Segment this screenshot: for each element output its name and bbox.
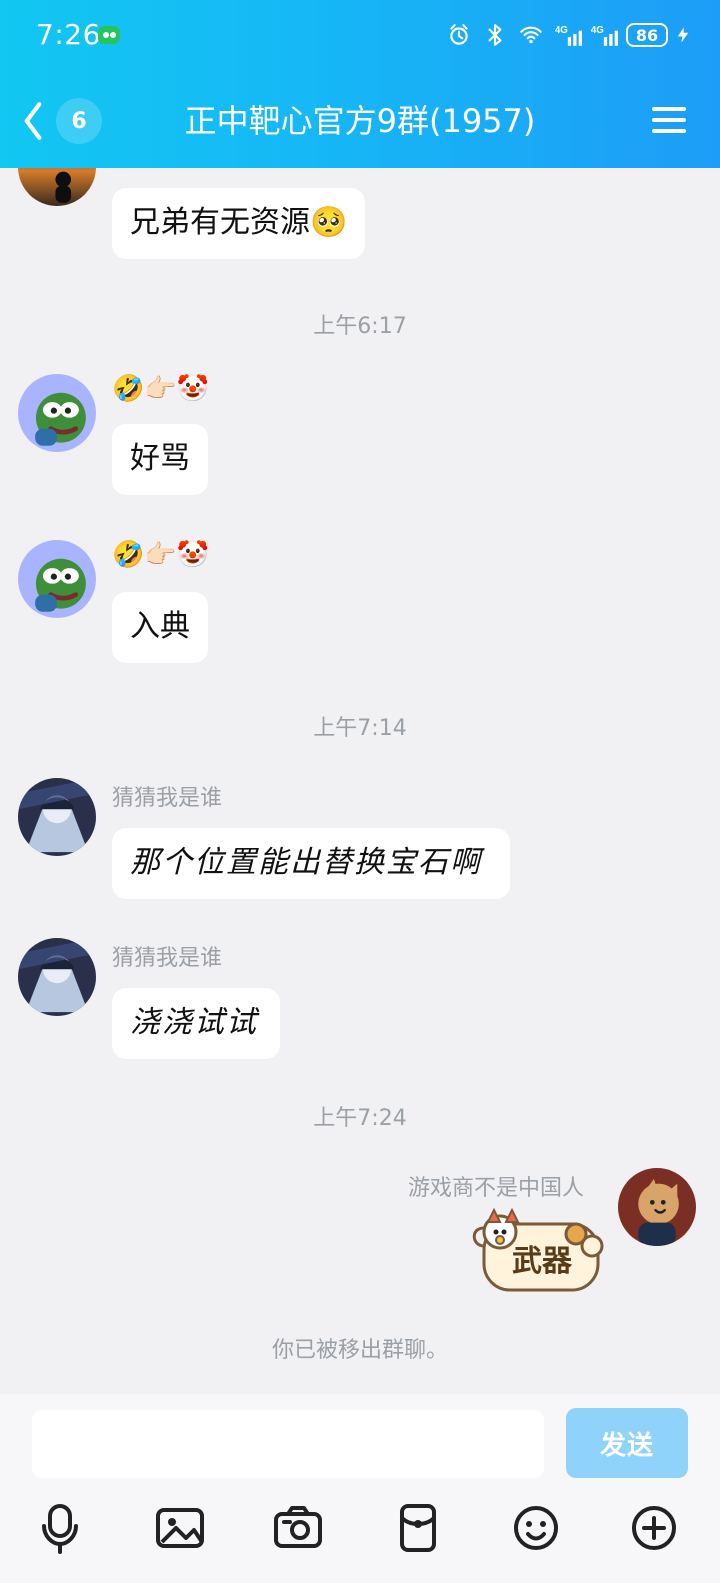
message-bubble[interactable]: 浇浇试试 bbox=[112, 988, 280, 1059]
plus-icon[interactable] bbox=[622, 1496, 686, 1560]
message-bubble[interactable]: 那个位置能出替换宝石啊 bbox=[112, 828, 510, 899]
message-input[interactable] bbox=[32, 1410, 544, 1478]
message-text: 入典 bbox=[130, 609, 190, 644]
back-button[interactable]: 6 bbox=[20, 92, 110, 150]
unread-count-badge: 6 bbox=[56, 98, 102, 144]
avatar[interactable] bbox=[18, 540, 96, 618]
sender-name: 游戏商不是中国人 bbox=[408, 1176, 585, 1201]
message-text: 兄弟有无资源🥺 bbox=[130, 205, 348, 240]
signal-4g-icon: 4G bbox=[554, 22, 582, 48]
title-bar: 6 正中靶心官方9群(1957) bbox=[0, 72, 720, 168]
avatar[interactable] bbox=[18, 168, 96, 206]
battery-level: 86 bbox=[626, 23, 668, 47]
message-text: 那个位置能出替换宝石啊 bbox=[130, 845, 482, 880]
input-toolbar bbox=[0, 1496, 720, 1566]
system-message: 你已被移出群聊。 bbox=[271, 1338, 448, 1363]
send-button[interactable]: 发送 bbox=[566, 1408, 688, 1478]
status-bar: 7:26 4G 4G 86 bbox=[0, 0, 720, 72]
emoji-icon[interactable] bbox=[504, 1496, 568, 1560]
menu-button[interactable] bbox=[648, 100, 690, 140]
time-divider: 上午7:14 bbox=[313, 716, 407, 741]
hamburger-menu-icon bbox=[648, 100, 690, 140]
sender-name: 猜猜我是谁 bbox=[112, 946, 223, 971]
svg-text:4G: 4G bbox=[555, 25, 568, 36]
message-text: 浇浇试试 bbox=[130, 1005, 258, 1040]
time-divider: 上午7:24 bbox=[313, 1106, 407, 1131]
message-bubble[interactable]: 兄弟有无资源🥺 bbox=[112, 188, 366, 259]
sender-name: 猜猜我是谁 bbox=[112, 786, 223, 811]
sticker[interactable]: 武器 bbox=[466, 1206, 616, 1298]
sender-emoji: 🤣👉🏻🤡 bbox=[112, 374, 210, 404]
wifi-icon bbox=[518, 22, 544, 48]
input-area: 发送 bbox=[0, 1394, 720, 1583]
wechat-icon bbox=[98, 26, 120, 44]
message-bubble[interactable]: 好骂 bbox=[112, 424, 208, 495]
message-bubble[interactable]: 入典 bbox=[112, 592, 208, 663]
sender-emoji: 🤣👉🏻🤡 bbox=[112, 540, 210, 570]
bluetooth-icon bbox=[482, 22, 508, 48]
chat-area[interactable]: 兄弟有无资源🥺 上午6:17 🤣👉🏻🤡 好骂 🤣👉🏻🤡 入典 上午7:14 猜猜… bbox=[0, 168, 720, 1394]
signal-4g-icon-2: 4G bbox=[590, 22, 618, 48]
chevron-left-icon bbox=[20, 100, 46, 142]
status-time: 7:26 bbox=[36, 18, 101, 51]
message-text: 好骂 bbox=[130, 441, 190, 476]
time-divider: 上午6:17 bbox=[313, 314, 407, 339]
svg-text:4G: 4G bbox=[591, 25, 604, 36]
battery-indicator: 86 bbox=[626, 22, 692, 48]
camera-icon[interactable] bbox=[266, 1496, 330, 1560]
status-icons: 4G 4G 86 bbox=[446, 18, 692, 52]
charging-icon bbox=[674, 22, 692, 48]
page-title: 正中靶心官方9群(1957) bbox=[184, 102, 536, 140]
avatar[interactable] bbox=[18, 938, 96, 1016]
image-icon[interactable] bbox=[148, 1496, 212, 1560]
alarm-icon bbox=[446, 22, 472, 48]
avatar[interactable] bbox=[18, 374, 96, 452]
microphone-icon[interactable] bbox=[28, 1496, 92, 1560]
top-header: 7:26 4G 4G 86 6 正中靶心官方9群(1957) bbox=[0, 0, 720, 168]
red-packet-icon[interactable] bbox=[386, 1496, 450, 1560]
sticker-text: 武器 bbox=[512, 1244, 572, 1279]
avatar[interactable] bbox=[18, 778, 96, 856]
avatar[interactable] bbox=[618, 1168, 696, 1246]
